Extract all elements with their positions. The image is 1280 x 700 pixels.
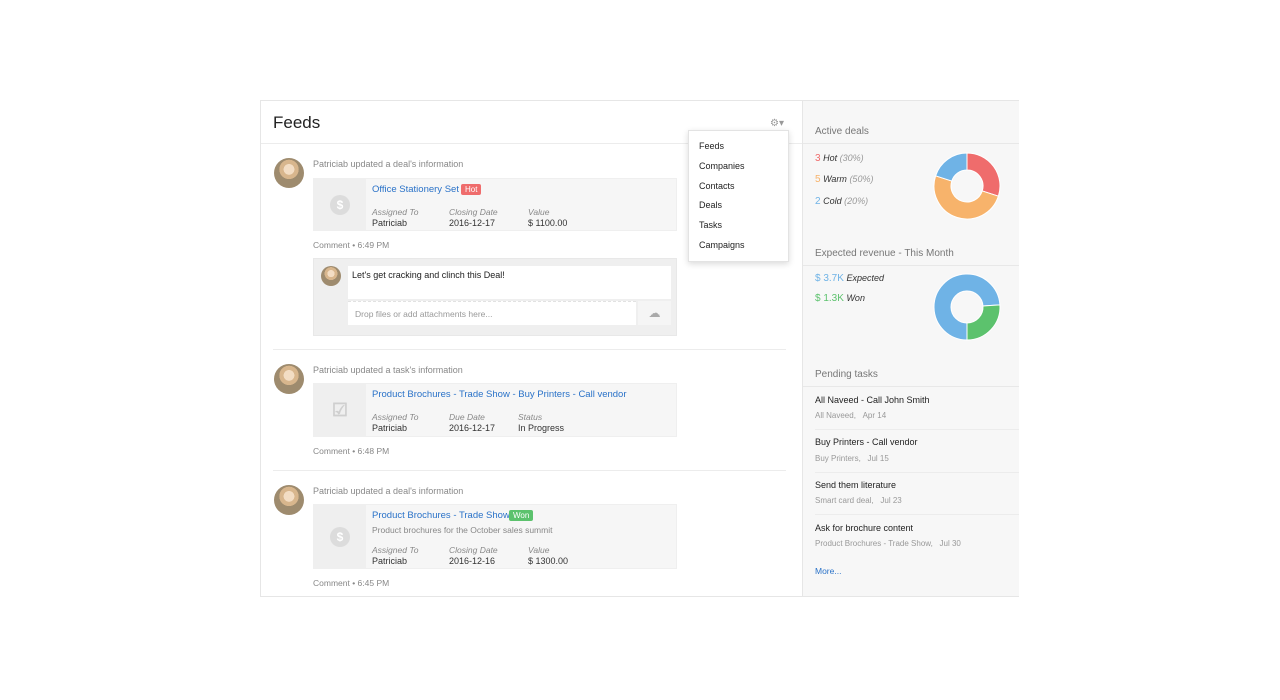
gear-icon[interactable]: ⚙▾: [770, 118, 784, 129]
donut-slice-hot: [966, 152, 1001, 197]
field-value: $ 1100.00: [528, 218, 568, 228]
field-label: Due Date: [449, 412, 485, 422]
field-value: Patriciab: [372, 556, 408, 566]
pending-task-meta: Smart card deal, Jul 23: [815, 496, 902, 505]
avatar[interactable]: [274, 485, 304, 515]
menu-item-contacts[interactable]: Contacts: [699, 181, 735, 191]
attachment-dropzone[interactable]: Drop files or add attachments here...: [348, 301, 636, 325]
more-tasks-link[interactable]: More...: [815, 566, 841, 576]
page-title: Feeds: [273, 113, 321, 132]
status-badge: Won: [509, 510, 534, 521]
active-deals-donut-chart: [933, 152, 1001, 220]
pending-task-meta: Product Brochures - Trade Show, Jul 30: [815, 539, 961, 548]
task-title-link[interactable]: Product Brochures - Trade Show - Buy Pri…: [372, 389, 627, 400]
field-label: Assigned To: [372, 207, 419, 217]
task-divider: [815, 514, 1019, 515]
sidebar: Active deals 3 Hot (30%) 5 Warm (50%) 2 …: [802, 101, 1019, 596]
deal-title-link[interactable]: Product Brochures - Trade Show: [372, 510, 510, 521]
avatar: [321, 266, 341, 286]
revenue-won: $ 1.3K Won: [815, 293, 865, 304]
comment-link[interactable]: Comment • 6:48 PM: [313, 446, 389, 456]
comment-link[interactable]: Comment • 6:49 PM: [313, 240, 389, 250]
comment-box: Let's get cracking and clinch this Deal!…: [313, 258, 677, 336]
deal-description: Product brochures for the October sales …: [372, 525, 553, 535]
revenue-donut-chart: [933, 273, 1001, 341]
active-deals-warm: 5 Warm (50%): [815, 174, 874, 185]
menu-item-companies[interactable]: Companies: [699, 161, 745, 171]
field-value: 2016-12-17: [449, 423, 496, 433]
field-value: Patriciab: [372, 423, 408, 433]
feeds-column: Feeds ⚙▾ Patriciab updated a deal's info…: [261, 101, 802, 596]
field-label: Closing Date: [449, 207, 498, 217]
section-divider: [803, 265, 1019, 266]
revenue-expected: $ 3.7K Expected: [815, 273, 884, 284]
task-card: ☑ Product Brochures - Trade Show - Buy P…: [313, 383, 677, 437]
active-deals-hot: 3 Hot (30%): [815, 153, 864, 164]
deal-icon-box: $: [314, 179, 366, 230]
task-checklist-icon: ☑: [331, 400, 349, 420]
task-icon-box: ☑: [314, 384, 366, 436]
avatar[interactable]: [274, 158, 304, 188]
field-label: Assigned To: [372, 412, 419, 422]
comment-link[interactable]: Comment • 6:45 PM: [313, 578, 389, 588]
deal-title-link[interactable]: Office Stationery Set: [372, 184, 459, 195]
donut-slice-cold: [934, 152, 968, 182]
field-label: Assigned To: [372, 545, 419, 555]
dollar-icon: $: [330, 526, 350, 547]
menu-item-feeds[interactable]: Feeds: [699, 141, 724, 151]
menu-item-tasks[interactable]: Tasks: [699, 220, 722, 230]
active-deals-title: Active deals: [815, 126, 869, 137]
field-label: Status: [518, 412, 543, 422]
cloud-upload-icon[interactable]: ☁: [638, 301, 671, 325]
pending-task-meta: Buy Printers, Jul 15: [815, 454, 889, 463]
feed-meta: Patriciab updated a deal's information: [313, 486, 464, 496]
deal-icon-box: $: [314, 505, 366, 568]
pending-task-meta: All Naveed, Apr 14: [815, 411, 887, 420]
pending-tasks-title: Pending tasks: [815, 369, 878, 380]
field-value: $ 1300.00: [528, 556, 569, 566]
feed-meta: Patriciab updated a deal's information: [313, 159, 464, 169]
expected-revenue-title: Expected revenue - This Month: [815, 248, 954, 259]
pending-task-title[interactable]: Buy Printers - Call vendor: [815, 437, 918, 447]
feed-divider: [273, 349, 786, 350]
field-label: Value: [528, 207, 550, 217]
pending-task-title[interactable]: All Naveed - Call John Smith: [815, 395, 930, 405]
field-value: Patriciab: [372, 218, 408, 228]
field-label: Value: [528, 545, 550, 555]
comment-input[interactable]: Let's get cracking and clinch this Deal!: [348, 266, 671, 299]
pending-task-title[interactable]: Send them literature: [815, 480, 896, 490]
task-divider: [815, 429, 1019, 430]
deal-card: $ Office Stationery Set Hot Assigned To …: [313, 178, 677, 231]
avatar[interactable]: [274, 364, 304, 394]
donut-slice-won: [966, 304, 1001, 341]
feed-divider: [273, 470, 786, 471]
field-value: In Progress: [518, 423, 565, 433]
field-label: Closing Date: [449, 545, 498, 555]
task-divider: [815, 472, 1019, 473]
pending-task-title[interactable]: Ask for brochure content: [815, 523, 913, 533]
feeds-panel: Feeds ⚙▾ Patriciab updated a deal's info…: [260, 100, 1019, 597]
deal-card: $ Product Brochures - Trade Show Won Pro…: [313, 504, 677, 569]
feed-meta: Patriciab updated a task's information: [313, 365, 463, 375]
field-value: 2016-12-16: [449, 556, 496, 566]
dollar-icon: $: [330, 194, 350, 215]
menu-item-campaigns[interactable]: Campaigns: [699, 240, 745, 250]
active-deals-cold: 2 Cold (20%): [815, 196, 869, 207]
status-badge: Hot: [461, 184, 482, 195]
section-divider: [803, 143, 1019, 144]
section-divider: [803, 386, 1019, 387]
filter-dropdown-menu: Feeds Companies Contacts Deals Tasks Cam…: [688, 130, 789, 262]
menu-item-deals[interactable]: Deals: [699, 200, 722, 210]
field-value: 2016-12-17: [449, 218, 496, 228]
